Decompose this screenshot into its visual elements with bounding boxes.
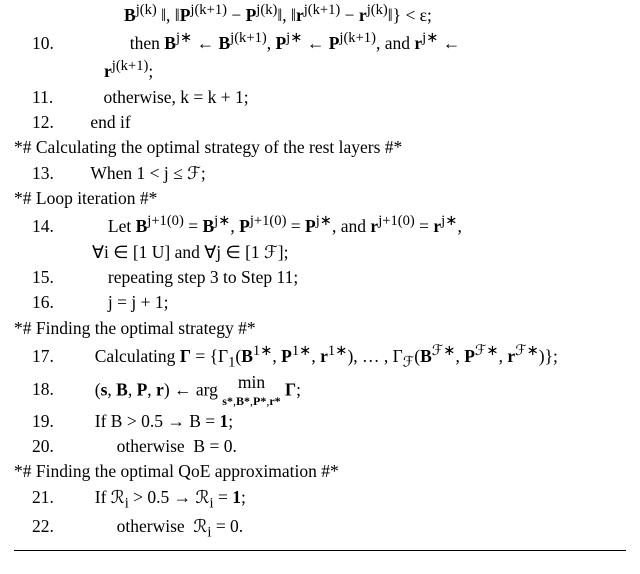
- algo-comment-3: *# Finding the optimal strategy #*: [14, 316, 626, 341]
- algo-line-12: 12. end if: [14, 110, 626, 135]
- algo-line-21: 21. If ℛi > 0.5 → ℛi = 1;: [14, 485, 626, 515]
- line-number: 11.: [14, 85, 86, 110]
- algo-line-19: 19. If B > 0.5 → B = 1;: [14, 409, 626, 434]
- line-number: 14.: [14, 214, 86, 239]
- algo-line-14: 14. Let Bj+1(0) = Bj∗, Pj+1(0) = Pj∗, an…: [14, 211, 626, 239]
- line-number: 12.: [14, 110, 86, 135]
- line-number: 16.: [14, 290, 86, 315]
- line-number: 21.: [14, 485, 86, 510]
- line-number: 20.: [14, 434, 86, 459]
- algorithm-page: Bj(k) ‖, ‖Pj(k+1) − Pj(k)‖, ‖rj(k+1) − r…: [0, 0, 640, 574]
- line-number: 19.: [14, 409, 86, 434]
- algo-line-14b: ∀i ∈ [1 U] and ∀j ∈ [1 ℱ];: [14, 240, 626, 265]
- line-number: 17.: [14, 344, 86, 369]
- algo-line-16: 16. j = j + 1;: [14, 290, 626, 315]
- text: repeating step 3 to Step 11;: [108, 267, 298, 287]
- algo-comment-2: *# Loop iteration #*: [14, 186, 626, 211]
- line-number: 22.: [14, 514, 86, 539]
- algo-line-13: 13. When 1 < j ≤ ℱ;: [14, 161, 626, 186]
- line-number: 13.: [14, 161, 86, 186]
- algo-line-20: 20. otherwise B = 0.: [14, 434, 626, 459]
- algo-line-22: 22. otherwise ℛi = 0.: [14, 514, 626, 544]
- algo-comment-1: *# Calculating the optimal strategy of t…: [14, 135, 626, 160]
- algo-line-15: 15. repeating step 3 to Step 11;: [14, 265, 626, 290]
- line-number: 18.: [14, 377, 86, 402]
- algo-line-10: 10. then Bj∗ ← Bj(k+1), Pj∗ ← Pj(k+1), a…: [14, 28, 626, 56]
- line-number: 15.: [14, 265, 86, 290]
- algo-line-18: 18. (s, B, P, r) ← arg mins*,B*,P*,r* Γ;: [14, 374, 626, 409]
- line-number: 10.: [14, 31, 86, 56]
- algo-line-17: 17. Calculating Γ = {Γ1(B1∗, P1∗, r1∗), …: [14, 341, 626, 373]
- algo-line-cont-top: Bj(k) ‖, ‖Pj(k+1) − Pj(k)‖, ‖rj(k+1) − r…: [14, 0, 626, 28]
- algo-line-10b: rj(k+1);: [14, 56, 626, 84]
- algo-line-11: 11. otherwise, k = k + 1;: [14, 85, 626, 110]
- bottom-rule: [14, 550, 626, 551]
- algo-comment-4: *# Finding the optimal QoE approximation…: [14, 459, 626, 484]
